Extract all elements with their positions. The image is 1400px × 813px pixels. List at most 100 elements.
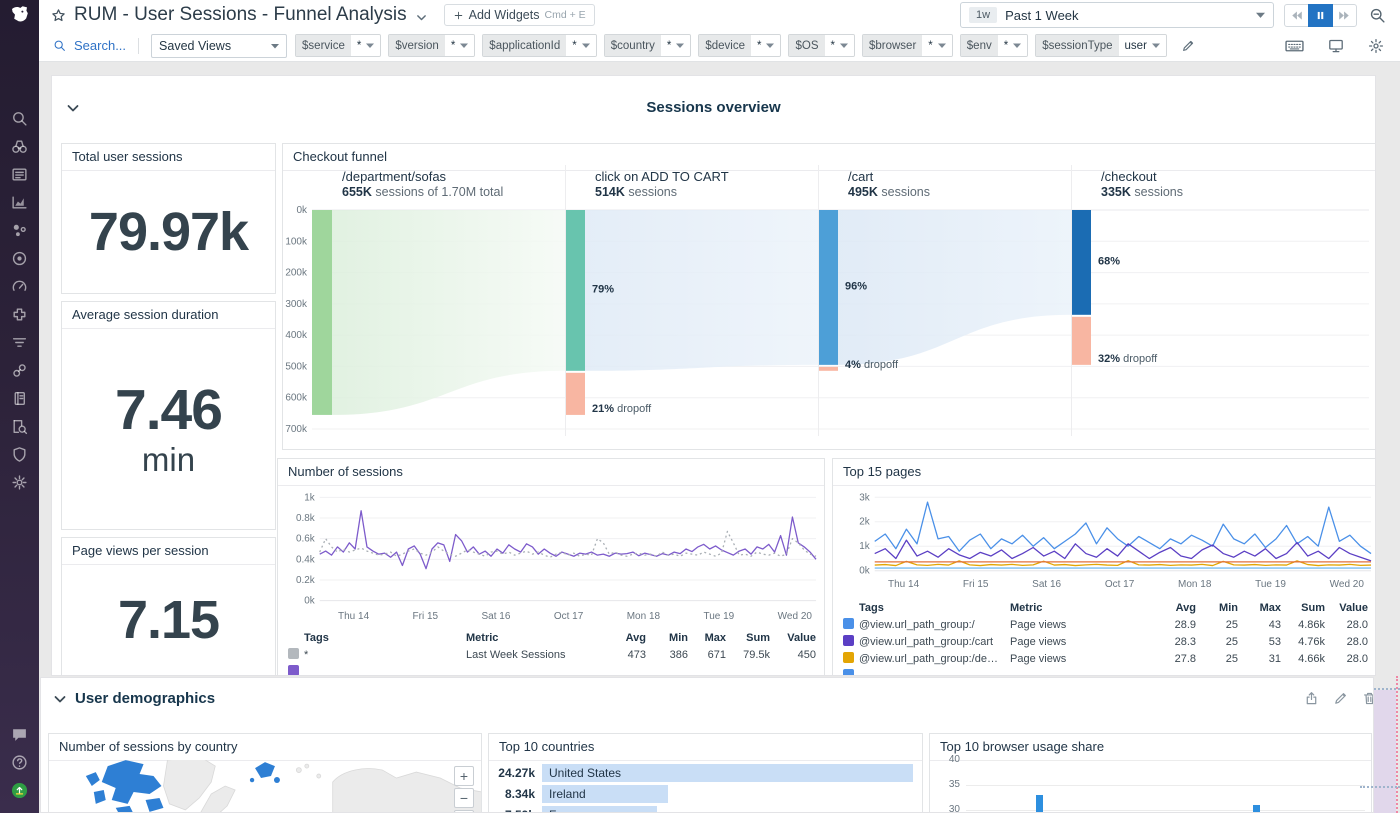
time-forward-button[interactable] xyxy=(1332,4,1357,27)
y-tick-label: 40 xyxy=(936,754,960,765)
integrations-icon[interactable] xyxy=(11,306,28,323)
legend-row[interactable]: @view.url_path_group:/cartPage views28.3… xyxy=(843,633,1368,650)
logs-filter-icon[interactable] xyxy=(11,334,28,351)
chat-icon[interactable] xyxy=(11,726,28,743)
x-tick-label: Oct 17 xyxy=(1105,579,1134,590)
search-icon[interactable] xyxy=(53,39,66,52)
x-tick-label: Fri 15 xyxy=(413,611,439,622)
notebooks-icon[interactable] xyxy=(11,390,28,407)
search-icon[interactable] xyxy=(11,110,28,127)
datadog-logo-icon[interactable] xyxy=(9,4,31,26)
x-tick-label: Tue 19 xyxy=(1255,579,1286,590)
series-swatch xyxy=(288,648,299,659)
widget-page-views-per-session[interactable]: Page views per session 7.15 xyxy=(61,537,276,676)
tv-mode-icon[interactable] xyxy=(1328,38,1344,54)
template-variable-device[interactable]: $device* xyxy=(698,34,781,57)
saved-views-select[interactable]: Saved Views xyxy=(151,34,287,58)
security-icon[interactable] xyxy=(11,446,28,463)
caret-down-icon xyxy=(366,43,374,48)
widget-total-user-sessions[interactable]: Total user sessions 79.97k xyxy=(61,143,276,294)
legend-row-partial[interactable] xyxy=(288,663,816,676)
variable-name: $device xyxy=(699,35,751,56)
widget-top-15-pages[interactable]: Top 15 pages 0k1k2k3k Thu 14Fri 15Sat 16… xyxy=(832,458,1376,676)
widget-sessions-by-country-map[interactable]: Number of sessions by country + − xyxy=(48,733,482,813)
settings-network-icon[interactable] xyxy=(11,474,28,491)
widget-average-session-duration[interactable]: Average session duration 7.46 min xyxy=(61,301,276,530)
binoculars-icon[interactable] xyxy=(11,138,28,155)
map-zoom-out-button[interactable]: − xyxy=(454,788,474,808)
x-axis-labels: Thu 14Fri 15Sat 16Oct 17Mon 18Tue 19Wed … xyxy=(888,579,1364,590)
upgrade-icon[interactable] xyxy=(11,782,28,799)
keyboard-shortcuts-icon[interactable] xyxy=(1285,38,1304,54)
variable-name: $service xyxy=(296,35,351,56)
funnel-step-header: /department/sofas655K sessions of 1.70M … xyxy=(342,169,592,200)
template-variable-service[interactable]: $service* xyxy=(295,34,381,57)
dashboards-icon[interactable] xyxy=(11,194,28,211)
infrastructure-icon[interactable] xyxy=(11,222,28,239)
legend-row[interactable]: @view.url_path_group:/department/...Page… xyxy=(843,650,1368,667)
legend-row[interactable]: @view.url_path_group:/Page views28.92543… xyxy=(843,616,1368,633)
monitors-icon[interactable] xyxy=(11,250,28,267)
caret-down-icon xyxy=(840,43,848,48)
apm-gauge-icon[interactable] xyxy=(11,278,28,295)
pause-button[interactable] xyxy=(1308,4,1333,27)
widget-title: Page views per session xyxy=(62,538,275,565)
x-tick-label: Sat 16 xyxy=(482,611,511,622)
time-range-picker[interactable]: 1w Past 1 Week xyxy=(960,2,1274,28)
svg-text:32% dropoff: 32% dropoff xyxy=(1098,353,1158,365)
events-list-icon[interactable] xyxy=(11,166,28,183)
browser-bar[interactable] xyxy=(1253,805,1260,813)
template-variable-sessionType[interactable]: $sessionTypeuser xyxy=(1035,34,1167,57)
zoom-out-icon[interactable] xyxy=(1369,7,1386,24)
time-range-label: Past 1 Week xyxy=(1005,8,1078,23)
collapse-section-icon[interactable] xyxy=(52,691,68,707)
service-map-icon[interactable] xyxy=(11,362,28,379)
favorite-star-icon[interactable] xyxy=(51,8,66,23)
widget-checkout-funnel[interactable]: Checkout funnel /department/sofas655K se… xyxy=(282,143,1376,450)
time-backward-button[interactable] xyxy=(1284,4,1309,27)
delete-section-trash-icon[interactable] xyxy=(1362,691,1374,706)
template-variable-browser[interactable]: $browser* xyxy=(862,34,953,57)
template-variables: $service*$version*$applicationId*$countr… xyxy=(295,34,1167,57)
caret-down-icon xyxy=(1256,12,1265,18)
search-label[interactable]: Search... xyxy=(74,38,126,53)
sidebar-nav xyxy=(11,110,28,491)
variable-name: $env xyxy=(961,35,998,56)
widget-top-10-countries[interactable]: Top 10 countries 24.27kUnited States8.34… xyxy=(488,733,923,813)
template-variable-country[interactable]: $country* xyxy=(604,34,692,57)
legend-row[interactable]: *Last Week Sessions47338667179.5k450 xyxy=(288,646,816,663)
help-icon[interactable] xyxy=(11,754,28,771)
template-variable-OS[interactable]: $OS* xyxy=(788,34,855,57)
add-widgets-button[interactable]: Add Widgets Cmd + E xyxy=(444,4,595,26)
sessions-line-chart: 0k0.2k0.4k0.6k0.8k1k xyxy=(282,493,820,605)
variable-value: * xyxy=(351,35,380,56)
share-export-icon[interactable] xyxy=(1304,691,1319,706)
variable-value: * xyxy=(751,35,780,56)
template-variable-version[interactable]: $version* xyxy=(388,34,475,57)
edit-section-pencil-icon[interactable] xyxy=(1333,691,1348,706)
widget-browser-usage-share[interactable]: Top 10 browser usage share 403530 xyxy=(929,733,1372,813)
variable-value: * xyxy=(922,35,951,56)
browser-bar[interactable] xyxy=(1036,795,1043,813)
widget-number-of-sessions[interactable]: Number of sessions 0k0.2k0.4k0.6k0.8k1k … xyxy=(277,458,825,676)
log-explorer-icon[interactable] xyxy=(11,418,28,435)
template-variable-env[interactable]: $env* xyxy=(960,34,1028,57)
map-zoom-in-button[interactable]: + xyxy=(454,766,474,786)
variable-name: $sessionType xyxy=(1036,35,1118,56)
funnel-step-divider xyxy=(818,165,819,436)
variable-name: $OS xyxy=(789,35,824,56)
template-variable-applicationId[interactable]: $applicationId* xyxy=(482,34,596,57)
country-row[interactable]: 7.59kFrance xyxy=(489,806,922,813)
svg-text:700k: 700k xyxy=(285,424,308,435)
caret-down-icon xyxy=(582,43,590,48)
series-swatch xyxy=(843,635,854,646)
country-bar: France xyxy=(542,806,657,813)
legend-row-partial[interactable] xyxy=(843,667,1368,676)
world-map[interactable] xyxy=(50,760,482,813)
country-row[interactable]: 8.34kIreland xyxy=(489,785,922,803)
edit-variables-pencil-icon[interactable] xyxy=(1181,39,1195,53)
gridline xyxy=(966,760,1365,761)
country-row[interactable]: 24.27kUnited States xyxy=(489,764,922,782)
settings-gear-icon[interactable] xyxy=(1368,38,1384,54)
dashboard-title-chevron-icon[interactable] xyxy=(415,11,428,24)
